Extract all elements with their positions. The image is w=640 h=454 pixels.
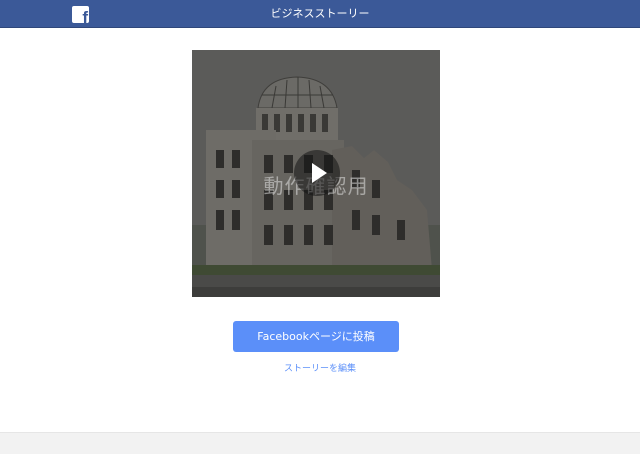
post-to-facebook-page-button[interactable]: Facebookページに投稿 — [233, 321, 399, 352]
edit-story-link[interactable]: ストーリーを編集 — [0, 361, 640, 374]
bottom-bar — [0, 432, 640, 454]
play-icon[interactable] — [294, 150, 340, 196]
page-title: ビジネスストーリー — [270, 7, 370, 20]
top-bar: f ビジネスストーリー — [0, 0, 640, 28]
